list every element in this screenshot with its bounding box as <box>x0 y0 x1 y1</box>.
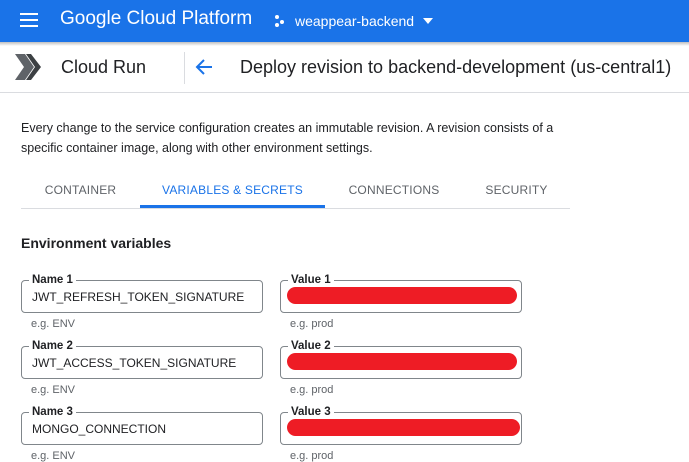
env-value-hint: e.g. prod <box>290 318 334 330</box>
header-shadow <box>0 42 689 46</box>
redacted-value <box>287 419 520 436</box>
hamburger-menu-icon[interactable] <box>20 13 38 27</box>
env-name-field[interactable]: Name 3 MONGO_CONNECTION <box>21 405 263 445</box>
top-bar: Google Cloud Platform weappear-backend <box>0 0 689 42</box>
env-name-label: Name 1 <box>29 273 76 287</box>
env-value-label: Value 1 <box>288 273 334 287</box>
page-title: Deploy revision to backend-development (… <box>240 57 672 77</box>
page-description: Every change to the service configuratio… <box>21 121 554 155</box>
project-name: weappear-backend <box>295 13 415 29</box>
env-value-hint: e.g. prod <box>290 450 334 462</box>
redacted-value <box>287 353 517 370</box>
env-name-hint: e.g. ENV <box>31 384 76 396</box>
section-title: Environment variables <box>21 235 172 251</box>
dropdown-caret-icon <box>423 18 434 24</box>
env-name-field[interactable]: Name 1 JWT_REFRESH_TOKEN_SIGNATURE <box>21 273 263 313</box>
tab-variables-secrets[interactable]: VARIABLES & SECRETS <box>140 172 325 208</box>
project-dots-icon <box>275 14 289 28</box>
env-value-field[interactable]: Value 2 <box>280 339 522 379</box>
brand-title[interactable]: Google Cloud Platform <box>60 8 252 30</box>
env-name-label: Name 3 <box>29 405 76 419</box>
tab-connections[interactable]: CONNECTIONS <box>325 172 463 208</box>
back-arrow-icon[interactable] <box>193 56 215 78</box>
cloud-run-logo-icon[interactable] <box>14 53 44 86</box>
tab-bar: CONTAINER VARIABLES & SECRETS CONNECTION… <box>21 172 570 209</box>
env-value-hint: e.g. prod <box>290 384 334 396</box>
env-name-hint: e.g. ENV <box>31 318 76 330</box>
env-value-label: Value 3 <box>288 405 334 419</box>
env-value-label: Value 2 <box>288 339 334 353</box>
env-name-label: Name 2 <box>29 339 76 353</box>
active-tab-indicator <box>140 205 325 208</box>
env-name-value: MONGO_CONNECTION <box>32 422 167 436</box>
tab-security[interactable]: SECURITY <box>463 172 570 208</box>
redacted-value <box>287 287 517 304</box>
env-name-value: JWT_REFRESH_TOKEN_SIGNATURE <box>32 290 245 304</box>
env-name-value: JWT_ACCESS_TOKEN_SIGNATURE <box>32 356 237 370</box>
env-name-hint: e.g. ENV <box>31 450 76 462</box>
env-value-field[interactable]: Value 1 <box>280 273 522 313</box>
project-selector[interactable]: weappear-backend <box>275 10 434 32</box>
env-value-field[interactable]: Value 3 <box>280 405 522 445</box>
header-divider <box>184 52 185 84</box>
product-name: Cloud Run <box>61 57 147 77</box>
tab-container[interactable]: CONTAINER <box>21 172 140 208</box>
env-name-field[interactable]: Name 2 JWT_ACCESS_TOKEN_SIGNATURE <box>21 339 263 379</box>
